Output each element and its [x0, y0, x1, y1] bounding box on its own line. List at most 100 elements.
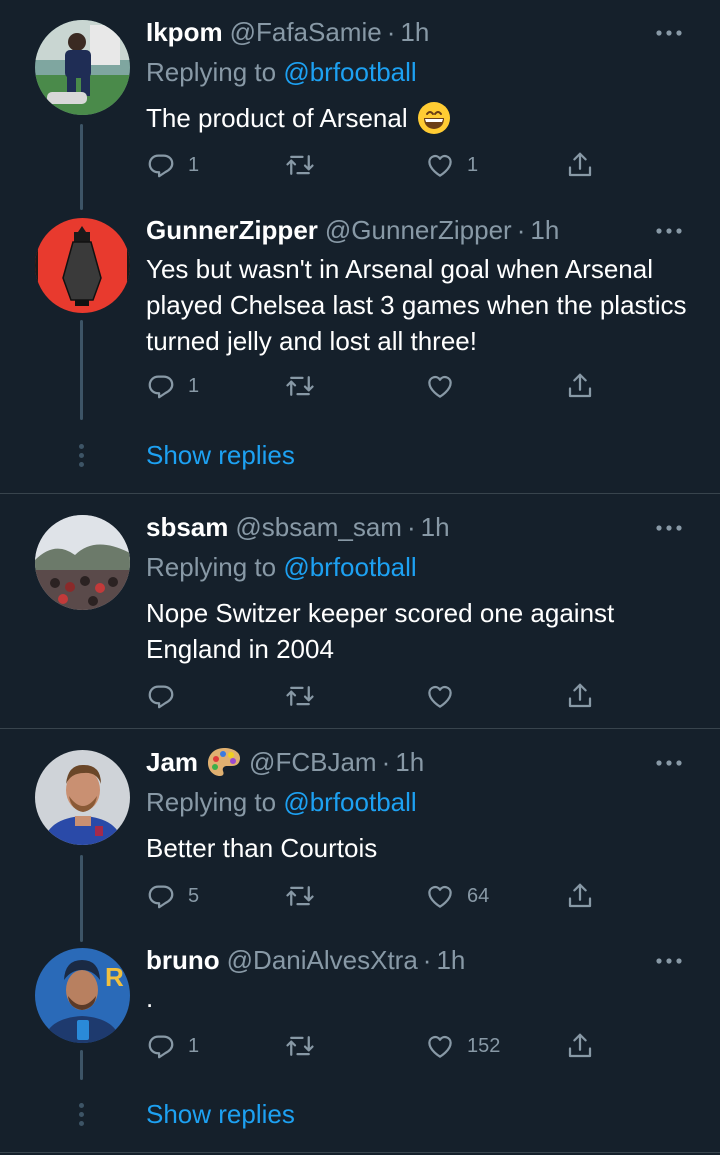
separator-dot: · — [422, 944, 432, 975]
user-handle[interactable]: @DaniAlvesXtra — [227, 945, 418, 976]
user-handle[interactable]: @FafaSamie — [230, 17, 382, 48]
tweet-body: The product of Arsenal — [146, 103, 408, 133]
reply-action[interactable]: 1 — [146, 1029, 199, 1063]
share-icon — [565, 150, 595, 180]
user-handle[interactable]: @FCBJam — [249, 747, 377, 778]
like-icon — [425, 1031, 455, 1061]
user-handle[interactable]: @sbsam_sam — [235, 512, 402, 543]
avatar[interactable] — [35, 218, 130, 313]
divider — [0, 493, 720, 494]
svg-text:R: R — [105, 962, 124, 992]
retweet-icon — [285, 371, 315, 401]
retweet-icon — [285, 881, 315, 911]
avatar[interactable]: R — [35, 948, 130, 1043]
separator-dot: · — [381, 746, 391, 777]
avatar[interactable] — [35, 750, 130, 845]
more-options-icon[interactable] — [654, 518, 684, 538]
tweet-body: Better than Courtois — [146, 833, 378, 863]
like-action[interactable] — [425, 369, 455, 403]
mention-link[interactable]: @brfootball — [283, 552, 416, 582]
divider — [0, 728, 720, 729]
tweet-time[interactable]: 1h — [421, 512, 450, 543]
like-count: 152 — [467, 1034, 501, 1057]
retweet-action[interactable] — [285, 1029, 315, 1063]
mention-link[interactable]: @brfootball — [283, 787, 416, 817]
separator-dot: · — [516, 214, 526, 245]
replying-to-label: Replying to — [146, 57, 277, 87]
reply-count: 1 — [188, 1034, 200, 1057]
share-icon — [565, 681, 595, 711]
cannon-logo-avatar — [35, 218, 130, 313]
reply-icon — [146, 371, 176, 401]
retweet-action[interactable] — [285, 679, 315, 713]
like-action[interactable]: 64 — [425, 879, 489, 913]
separator-dot: · — [386, 16, 396, 47]
show-replies-link[interactable]: Show replies — [146, 1099, 295, 1130]
share-action[interactable] — [565, 369, 595, 403]
share-action[interactable] — [565, 679, 595, 713]
share-action[interactable] — [565, 148, 595, 182]
crowd-photo-avatar — [35, 515, 130, 610]
like-action[interactable]: 152 — [425, 1029, 500, 1063]
display-name[interactable]: GunnerZipper — [146, 215, 318, 246]
more-options-icon[interactable] — [654, 23, 684, 43]
share-icon — [565, 371, 595, 401]
tweet-body: . — [146, 983, 154, 1013]
reply-count: 5 — [188, 884, 200, 907]
like-count: 1 — [467, 153, 479, 176]
more-options-icon[interactable] — [654, 221, 684, 241]
more-options-icon[interactable] — [654, 951, 684, 971]
replying-to: Replying to @brfootball — [146, 552, 417, 583]
tweet-header: GunnerZipper @GunnerZipper · 1h — [146, 213, 559, 247]
thread-line — [80, 320, 83, 420]
reply-action[interactable]: 1 — [146, 148, 199, 182]
display-name[interactable]: Ikpom — [146, 17, 223, 48]
tweet-time[interactable]: 1h — [400, 17, 429, 48]
thread-line — [80, 855, 83, 942]
reply-count: 1 — [188, 153, 200, 176]
share-action[interactable] — [565, 879, 595, 913]
retweet-action[interactable] — [285, 369, 315, 403]
tweet-header: sbsam @sbsam_sam · 1h — [146, 510, 450, 544]
reply-action[interactable] — [146, 679, 176, 713]
reply-icon — [146, 881, 176, 911]
tweet-header: Ikpom @FafaSamie · 1h — [146, 15, 429, 49]
avatar[interactable] — [35, 515, 130, 610]
like-action[interactable]: 1 — [425, 148, 478, 182]
display-name[interactable]: sbsam — [146, 512, 228, 543]
share-icon — [565, 1031, 595, 1061]
replying-to: Replying to @brfootball — [146, 787, 417, 818]
artist-palette-emoji — [208, 748, 241, 776]
user-handle[interactable]: @GunnerZipper — [325, 215, 512, 246]
replying-to-label: Replying to — [146, 552, 277, 582]
retweet-action[interactable] — [285, 148, 315, 182]
retweet-action[interactable] — [285, 879, 315, 913]
thread-continuation-dots — [79, 444, 85, 471]
reply-action[interactable]: 1 — [146, 369, 199, 403]
avatar[interactable] — [35, 20, 130, 115]
retweet-icon — [285, 1031, 315, 1061]
share-action[interactable] — [565, 1029, 595, 1063]
tweet-time[interactable]: 1h — [436, 945, 465, 976]
thread-continuation-dots — [79, 1103, 85, 1130]
thread-line — [80, 1050, 83, 1080]
reply-action[interactable]: 5 — [146, 879, 199, 913]
display-name[interactable]: Jam — [146, 747, 198, 778]
tweet-time[interactable]: 1h — [395, 747, 424, 778]
thread-line — [80, 124, 83, 210]
tweet-body: Yes but wasn't in Arsenal goal when Arse… — [146, 254, 687, 356]
share-icon — [565, 881, 595, 911]
show-replies-link[interactable]: Show replies — [146, 440, 295, 471]
like-icon — [425, 681, 455, 711]
like-action[interactable] — [425, 679, 455, 713]
like-icon — [425, 881, 455, 911]
reply-count: 1 — [188, 374, 200, 397]
tweet-time[interactable]: 1h — [530, 215, 559, 246]
tweet-body: Nope Switzer keeper scored one against E… — [146, 598, 615, 664]
reply-icon — [146, 681, 176, 711]
mention-link[interactable]: @brfootball — [283, 57, 416, 87]
tweet-header: bruno @DaniAlvesXtra · 1h — [146, 943, 465, 977]
more-options-icon[interactable] — [654, 753, 684, 773]
display-name[interactable]: bruno — [146, 945, 220, 976]
tweet-header: Jam @FCBJam · 1h — [146, 745, 424, 779]
